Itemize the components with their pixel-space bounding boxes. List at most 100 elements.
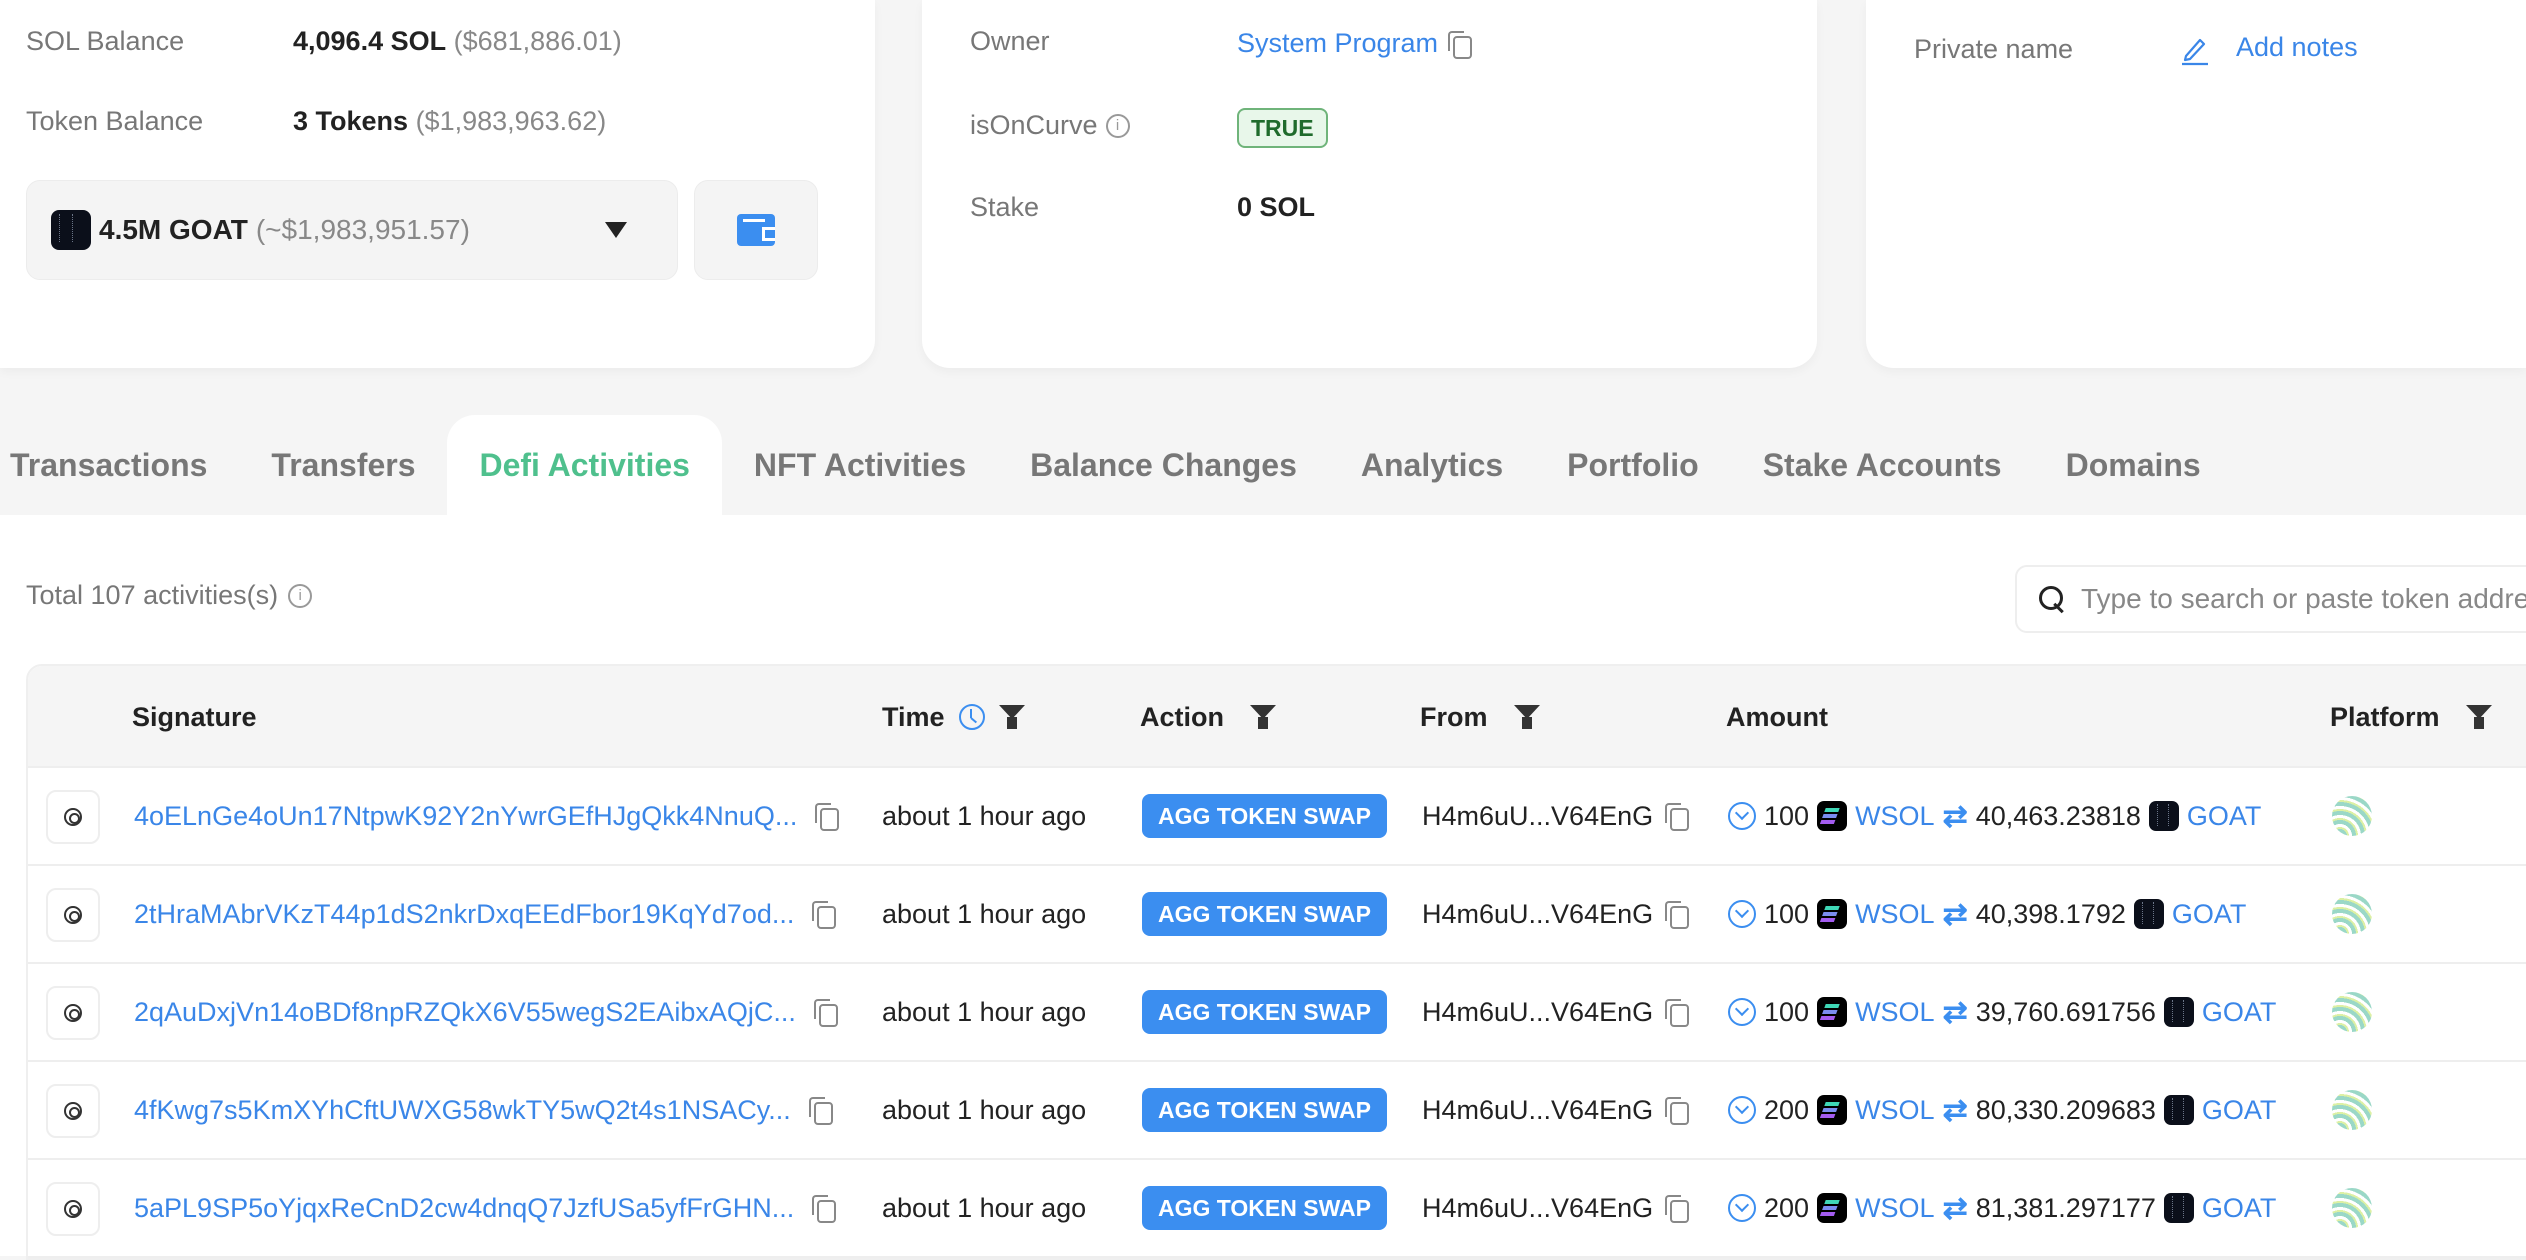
tab-bar: Transactions Transfers Defi Activities N… xyxy=(0,415,2526,515)
clock-icon[interactable] xyxy=(958,704,985,730)
expand-chevron-icon[interactable] xyxy=(1728,900,1756,928)
table-row: 2qAuDxjVn14oBDf8npRZQkX6V55wegS2EAibxAQj… xyxy=(28,964,2526,1062)
search-icon xyxy=(2037,584,2067,614)
pencil-icon[interactable] xyxy=(2180,34,2210,66)
from-cell: H4m6uU...V64EnG xyxy=(1422,1160,1690,1256)
action-badge: AGG TOKEN SWAP xyxy=(1142,892,1387,936)
token-in-link[interactable]: WSOL xyxy=(1855,801,1935,832)
amount-out: 40,398.1792 xyxy=(1975,898,2126,929)
filter-icon[interactable] xyxy=(998,705,1025,729)
copy-icon[interactable] xyxy=(815,803,840,831)
tab-domains[interactable]: Domains xyxy=(2034,415,2233,515)
view-details-button[interactable] xyxy=(46,888,100,942)
copy-icon[interactable] xyxy=(1665,901,1690,929)
from-address[interactable]: H4m6uU...V64EnG xyxy=(1422,1193,1653,1224)
info-icon[interactable]: i xyxy=(288,583,313,608)
filter-icon[interactable] xyxy=(2465,705,2492,729)
view-details-button[interactable] xyxy=(46,790,100,844)
expand-chevron-icon[interactable] xyxy=(1728,1096,1756,1124)
tab-nft-activities[interactable]: NFT Activities xyxy=(722,415,998,515)
copy-icon[interactable] xyxy=(813,999,838,1027)
token-balance-count: 3 Tokens xyxy=(293,106,409,136)
tab-defi-activities[interactable]: Defi Activities xyxy=(447,415,722,515)
token-out-link[interactable]: GOAT xyxy=(2202,1193,2277,1224)
column-action: Action xyxy=(1140,666,1276,768)
amount-cell: 100 WSOL ⇄ 40,398.1792 GOAT xyxy=(1728,866,2246,962)
add-notes-link[interactable]: Add notes xyxy=(2236,32,2358,63)
view-details-button[interactable] xyxy=(46,1182,100,1236)
signature-link[interactable]: 4fKwg7s5KmXYhCftUWXG58wkTY5wQ2t4s1NSACy.… xyxy=(134,1095,791,1126)
total-activities: Total 107 activities(s) i xyxy=(26,580,313,611)
token-out-link[interactable]: GOAT xyxy=(2172,899,2247,930)
expand-chevron-icon[interactable] xyxy=(1728,1194,1756,1222)
tab-analytics[interactable]: Analytics xyxy=(1329,415,1535,515)
wsol-token-icon xyxy=(1817,1193,1848,1223)
filter-icon[interactable] xyxy=(1513,705,1540,729)
eye-icon xyxy=(64,906,82,924)
tab-balance-changes[interactable]: Balance Changes xyxy=(998,415,1329,515)
wallet-icon xyxy=(737,214,775,246)
signature-cell: 2qAuDxjVn14oBDf8npRZQkX6V55wegS2EAibxAQj… xyxy=(134,964,838,1060)
copy-icon[interactable] xyxy=(1665,1195,1690,1223)
signature-link[interactable]: 2qAuDxjVn14oBDf8npRZQkX6V55wegS2EAibxAQj… xyxy=(134,997,796,1028)
is-on-curve-label-group: isOnCurve i xyxy=(970,110,1130,141)
platform-logo-icon[interactable] xyxy=(2332,1188,2372,1228)
token-out-link[interactable]: GOAT xyxy=(2202,997,2277,1028)
amount-out: 81,381.297177 xyxy=(1975,1192,2156,1223)
platform-logo-icon[interactable] xyxy=(2332,894,2372,934)
from-address[interactable]: H4m6uU...V64EnG xyxy=(1422,899,1653,930)
copy-icon[interactable] xyxy=(1665,999,1690,1027)
token-in-link[interactable]: WSOL xyxy=(1855,1095,1935,1126)
token-in-link[interactable]: WSOL xyxy=(1855,997,1935,1028)
from-address[interactable]: H4m6uU...V64EnG xyxy=(1422,1095,1653,1126)
amount-in: 100 xyxy=(1764,898,1810,929)
token-select-dropdown[interactable]: 4.5M GOAT (~$1,983,951.57) xyxy=(26,180,678,280)
token-out-link[interactable]: GOAT xyxy=(2187,801,2262,832)
view-details-button[interactable] xyxy=(46,986,100,1040)
signature-link[interactable]: 4oELnGe4oUn17NtpwK92Y2nYwrGEfHJgQkk4NnuQ… xyxy=(134,801,797,832)
activities-table: Signature Time Action From Amount Platfo… xyxy=(26,664,2526,1260)
from-address[interactable]: H4m6uU...V64EnG xyxy=(1422,997,1653,1028)
copy-icon[interactable] xyxy=(1665,1097,1690,1125)
copy-icon[interactable] xyxy=(1665,803,1690,831)
info-icon[interactable]: i xyxy=(1105,113,1130,138)
wsol-token-icon xyxy=(1817,801,1848,831)
platform-cell xyxy=(2332,768,2372,864)
amount-out: 40,463.23818 xyxy=(1975,800,2141,831)
signature-link[interactable]: 2tHraMAbrVKzT44p1dS2nkrDxqEEdFbor19KqYd7… xyxy=(134,899,794,930)
view-details-button[interactable] xyxy=(46,1084,100,1138)
signature-cell: 5aPL9SP5oYjqxReCnD2cw4dnqQ7JzfUSa5yfFrGH… xyxy=(134,1160,837,1256)
token-accounts-button[interactable] xyxy=(694,180,818,280)
token-out-link[interactable]: GOAT xyxy=(2202,1095,2277,1126)
token-in-link[interactable]: WSOL xyxy=(1855,899,1935,930)
amount-in: 200 xyxy=(1764,1094,1810,1125)
expand-chevron-icon[interactable] xyxy=(1728,802,1756,830)
platform-logo-icon[interactable] xyxy=(2332,992,2372,1032)
amount-in: 200 xyxy=(1764,1192,1810,1223)
tab-transactions[interactable]: Transactions xyxy=(0,415,239,515)
copy-icon[interactable] xyxy=(812,901,837,929)
platform-cell xyxy=(2332,866,2372,962)
tab-stake-accounts[interactable]: Stake Accounts xyxy=(1731,415,2034,515)
owner-link[interactable]: System Program xyxy=(1237,28,1438,59)
wsol-token-icon xyxy=(1817,997,1848,1027)
token-search-input[interactable] xyxy=(2081,583,2526,615)
action-cell: AGG TOKEN SWAP xyxy=(1142,964,1387,1060)
from-address[interactable]: H4m6uU...V64EnG xyxy=(1422,801,1653,832)
platform-logo-icon[interactable] xyxy=(2332,796,2372,836)
column-signature: Signature xyxy=(132,666,257,768)
tab-transfers[interactable]: Transfers xyxy=(239,415,447,515)
token-in-link[interactable]: WSOL xyxy=(1855,1193,1935,1224)
filter-icon[interactable] xyxy=(1250,705,1276,729)
eye-icon xyxy=(64,1102,82,1120)
copy-icon[interactable] xyxy=(812,1195,837,1223)
expand-chevron-icon[interactable] xyxy=(1728,998,1756,1026)
from-cell: H4m6uU...V64EnG xyxy=(1422,964,1690,1060)
tab-portfolio[interactable]: Portfolio xyxy=(1535,415,1731,515)
platform-logo-icon[interactable] xyxy=(2332,1090,2372,1130)
token-search-box[interactable] xyxy=(2015,565,2526,633)
copy-icon[interactable] xyxy=(808,1097,833,1125)
goat-token-icon xyxy=(2163,1193,2194,1223)
copy-icon[interactable] xyxy=(1448,30,1473,59)
signature-link[interactable]: 5aPL9SP5oYjqxReCnD2cw4dnqQ7JzfUSa5yfFrGH… xyxy=(134,1193,794,1224)
